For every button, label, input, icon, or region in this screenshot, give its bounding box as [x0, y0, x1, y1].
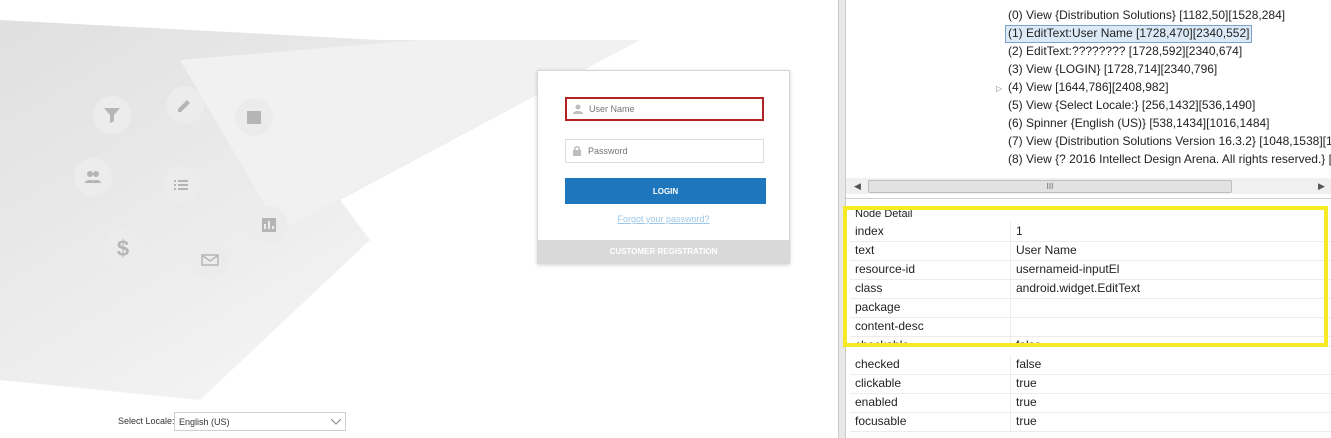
- pencil-icon: [166, 86, 204, 124]
- column-separator: [1010, 279, 1011, 298]
- tree-item[interactable]: (0) View {Distribution Solutions} [1182,…: [1008, 7, 1285, 23]
- horizontal-scrollbar[interactable]: ◀ III ▶: [846, 178, 1331, 194]
- tree-item-selected[interactable]: (1) EditText:User Name [1728,470][2340,5…: [1005, 25, 1253, 43]
- forgot-password-link[interactable]: Forgot your password?: [538, 214, 789, 224]
- login-card: LOGIN Forgot your password? CUSTOMER REG…: [537, 70, 790, 264]
- hierarchy-tree: (0) View {Distribution Solutions} [1182,…: [846, 0, 1331, 199]
- login-button[interactable]: LOGIN: [565, 178, 766, 204]
- prop-key: index: [855, 224, 884, 238]
- locale-select[interactable]: English (US): [174, 412, 346, 431]
- dollar-icon: $: [104, 230, 142, 268]
- column-separator: [1010, 317, 1011, 336]
- prop-row-content-desc[interactable]: content-desc: [850, 317, 1331, 337]
- scroll-thumb-grip: III: [1046, 182, 1054, 191]
- app-screen: $ LOGIN Forgot your password? CUSTOMER R…: [0, 0, 838, 438]
- password-input[interactable]: [588, 146, 748, 156]
- expand-arrow-icon[interactable]: ▷: [996, 84, 1002, 93]
- list-icon: [162, 166, 200, 204]
- calendar-icon: [235, 98, 273, 136]
- username-field[interactable]: [565, 97, 764, 121]
- locale-value: English (US): [179, 416, 230, 427]
- column-separator: [1010, 298, 1011, 317]
- prop-value: android.widget.EditText: [1016, 281, 1141, 295]
- prop-row-checkable[interactable]: checkable false: [850, 336, 1331, 347]
- prop-row-enabled[interactable]: enabled true: [850, 393, 1331, 413]
- column-separator: [1010, 241, 1011, 260]
- prop-value: User Name: [1016, 243, 1077, 257]
- prop-row-text[interactable]: text User Name: [850, 241, 1331, 261]
- locale-label: Select Locale:: [118, 416, 175, 426]
- prop-value: usernameid-inputEl: [1016, 262, 1120, 276]
- tree-item[interactable]: (2) EditText:???????? [1728,592][2340,67…: [1008, 43, 1242, 59]
- prop-value: true: [1016, 395, 1037, 409]
- tree-item[interactable]: (8) View {? 2016 Intellect Design Arena.…: [1008, 151, 1331, 167]
- user-icon: [567, 104, 589, 114]
- prop-value: true: [1016, 414, 1037, 428]
- lock-icon: [566, 146, 588, 156]
- prop-key: checkable: [855, 338, 910, 347]
- prop-value: 1: [1016, 224, 1023, 238]
- tree-item[interactable]: (6) Spinner {English (US)} [538,1434][10…: [1008, 115, 1270, 131]
- prop-value: true: [1016, 376, 1037, 390]
- prop-key: focusable: [855, 414, 907, 428]
- scroll-right-icon[interactable]: ▶: [1318, 181, 1325, 192]
- tree-item[interactable]: (5) View {Select Locale:} [256,1432][536…: [1008, 97, 1255, 113]
- chart-icon: [250, 206, 288, 244]
- prop-key: content-desc: [855, 319, 924, 333]
- column-separator: [1010, 260, 1011, 279]
- column-separator: [1010, 393, 1011, 412]
- prop-value: false: [1016, 357, 1042, 371]
- prop-row-index[interactable]: index 1: [850, 222, 1331, 242]
- username-input[interactable]: [589, 104, 749, 114]
- column-separator: [1010, 355, 1011, 374]
- node-detail-panel: Node Detail index 1 text User Name resou…: [846, 199, 1331, 438]
- tree-item[interactable]: (4) View [1644,786][2408,982]: [1008, 79, 1169, 95]
- prop-row-package[interactable]: package: [850, 298, 1331, 318]
- mail-icon: [191, 241, 229, 279]
- pane-divider[interactable]: [838, 0, 846, 438]
- prop-row-checked[interactable]: checked false: [850, 355, 1331, 375]
- prop-key: text: [855, 243, 875, 257]
- prop-row-resource-id[interactable]: resource-id usernameid-inputEl: [850, 260, 1331, 280]
- prop-row-class[interactable]: class android.widget.EditText: [850, 279, 1331, 299]
- customer-registration-button[interactable]: CUSTOMER REGISTRATION: [538, 240, 789, 263]
- column-separator: [1010, 412, 1011, 431]
- column-separator: [1010, 222, 1011, 241]
- tree-item[interactable]: (3) View {LOGIN} [1728,714][2340,796]: [1008, 61, 1217, 77]
- prop-key: clickable: [855, 376, 902, 390]
- chevron-down-icon: [331, 418, 341, 425]
- column-separator: [1010, 374, 1011, 393]
- tree-item[interactable]: (7) View {Distribution Solutions Version…: [1008, 133, 1331, 149]
- scroll-thumb[interactable]: III: [868, 180, 1232, 193]
- prop-value: false: [1016, 338, 1042, 347]
- column-separator: [1010, 336, 1011, 346]
- filter-icon: [93, 96, 131, 134]
- prop-key: package: [855, 300, 901, 314]
- prop-row-clickable[interactable]: clickable true: [850, 374, 1331, 394]
- password-field[interactable]: [565, 139, 764, 163]
- users-icon: [74, 158, 112, 196]
- prop-row-focusable[interactable]: focusable true: [850, 412, 1331, 432]
- prop-key: resource-id: [855, 262, 916, 276]
- node-detail-title: Node Detail: [855, 208, 913, 220]
- prop-key: enabled: [855, 395, 898, 409]
- prop-key: checked: [855, 357, 900, 371]
- scroll-left-icon[interactable]: ◀: [854, 181, 861, 192]
- prop-key: class: [855, 281, 883, 295]
